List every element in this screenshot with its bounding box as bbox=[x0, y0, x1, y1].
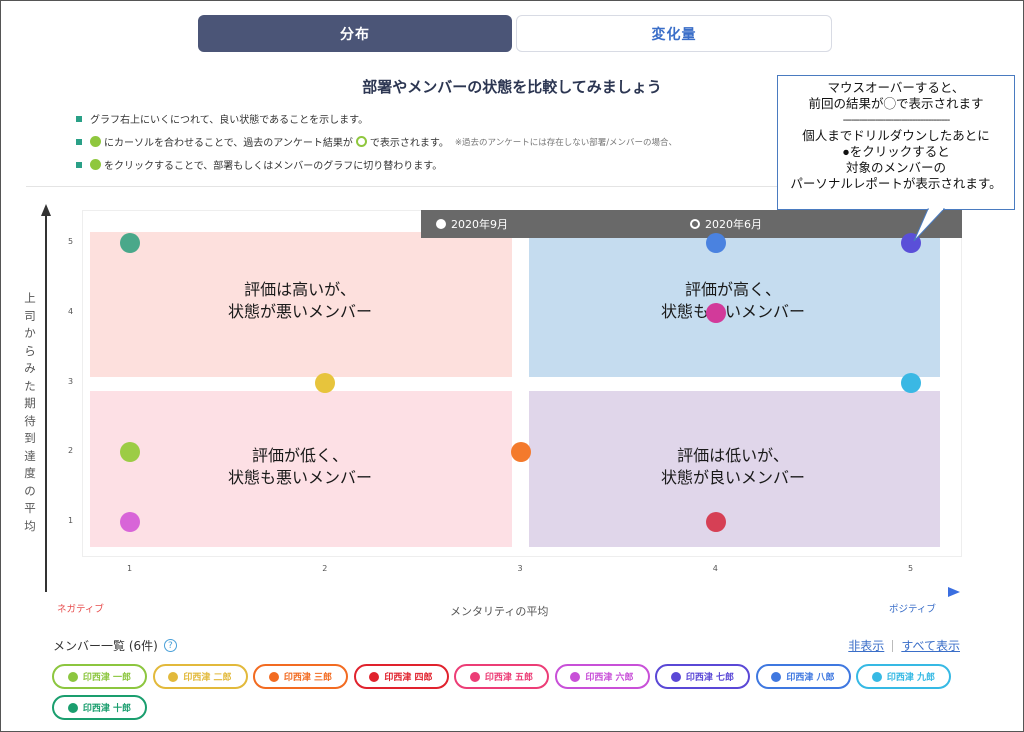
member-chip[interactable]: 印西津 二郎 bbox=[152, 664, 248, 689]
member-chip-label: 印西津 二郎 bbox=[183, 673, 232, 683]
member-chip[interactable]: 印西津 五郎 bbox=[454, 664, 549, 689]
x-axis-label: メンタリティの平均 bbox=[450, 605, 549, 618]
x-tick-label: 2 bbox=[322, 564, 328, 573]
link-divider bbox=[892, 639, 894, 652]
show-all-link[interactable]: すべて表示 bbox=[901, 637, 960, 654]
scatter-point[interactable] bbox=[120, 233, 140, 253]
member-list-title: メンバー一覧 (6件) ? bbox=[53, 637, 177, 654]
member-chip[interactable]: 印西津 一郎 bbox=[52, 664, 147, 689]
scatter-point[interactable] bbox=[705, 302, 726, 323]
member-color-dot-icon bbox=[570, 671, 581, 682]
filled-circle-icon bbox=[436, 219, 446, 229]
member-color-dot-icon bbox=[469, 671, 480, 682]
positive-label: ポジティブ bbox=[889, 604, 936, 615]
member-color-dot-icon bbox=[67, 671, 78, 682]
help-icon[interactable]: ? bbox=[163, 639, 177, 652]
member-chip[interactable]: 印西津 四郎 bbox=[353, 664, 449, 689]
member-chip[interactable]: 印西津 六郎 bbox=[554, 664, 650, 689]
member-color-dot-icon bbox=[168, 671, 179, 682]
member-chip-label: 印西津 六郎 bbox=[585, 673, 634, 683]
member-chip-label: 印西津 十郎 bbox=[82, 704, 132, 714]
member-chip-label: 印西津 七郎 bbox=[685, 673, 735, 683]
scatter-point[interactable] bbox=[901, 233, 921, 253]
member-chip[interactable]: 印西津 七郎 bbox=[655, 664, 750, 689]
member-chip-label: 印西津 一郎 bbox=[82, 673, 132, 683]
legend-current: 2020年9月 bbox=[436, 216, 508, 232]
ring-icon bbox=[690, 219, 700, 229]
scatter-point[interactable] bbox=[510, 442, 531, 463]
y-tick-label: 1 bbox=[68, 516, 74, 525]
x-axis-arrow bbox=[948, 587, 960, 597]
y-tick-label: 2 bbox=[68, 446, 74, 456]
legend-previous: 2020年6月 bbox=[690, 216, 762, 232]
member-color-dot-icon bbox=[67, 702, 78, 713]
member-chip-label: 印西津 五郎 bbox=[484, 673, 534, 683]
y-tick-label: 5 bbox=[68, 237, 74, 246]
y-axis-label: 上司からみた期待到達度の平均 bbox=[24, 291, 36, 533]
x-tick-label: 4 bbox=[712, 564, 718, 573]
legend-previous-label: 2020年6月 bbox=[705, 218, 762, 231]
member-color-dot-icon bbox=[871, 671, 882, 682]
member-chip[interactable]: 印西津 三郎 bbox=[253, 664, 348, 689]
y-tick-label: 4 bbox=[68, 306, 74, 316]
scatter-point[interactable] bbox=[315, 372, 336, 393]
member-color-dot-icon bbox=[670, 671, 681, 682]
y-axis-arrow bbox=[41, 204, 51, 216]
x-tick-label: 5 bbox=[908, 564, 914, 573]
quadrant-top-right-label: 評価が高く、 状態も良いメンバー bbox=[660, 282, 805, 321]
member-chip-label: 印西津 八郎 bbox=[786, 673, 835, 683]
scatter-point[interactable] bbox=[705, 512, 726, 532]
scatter-point[interactable] bbox=[120, 512, 140, 532]
member-color-dot-icon bbox=[369, 671, 380, 682]
member-chip[interactable]: 印西津 九郎 bbox=[856, 664, 951, 689]
member-chip-label: 印西津 九郎 bbox=[886, 673, 936, 683]
member-chip[interactable]: 印西津 八郎 bbox=[755, 664, 851, 689]
member-color-dot-icon bbox=[268, 671, 279, 682]
x-tick-label: 3 bbox=[517, 564, 523, 573]
scatter-point[interactable] bbox=[705, 233, 726, 253]
x-tick-label: 1 bbox=[127, 564, 133, 573]
member-chip-label: 印西津 四郎 bbox=[384, 673, 433, 683]
member-chip-label: 印西津 三郎 bbox=[283, 673, 333, 683]
member-list-title-text: メンバー一覧 (6件) bbox=[53, 639, 158, 653]
y-tick-label: 3 bbox=[68, 376, 74, 386]
scatter-point[interactable] bbox=[901, 372, 921, 393]
member-chip[interactable]: 印西津 十郎 bbox=[52, 695, 147, 720]
hide-link[interactable]: 非表示 bbox=[848, 637, 884, 654]
annotation-callout: マウスオーバーすると、 前回の結果が◯で表示されます -------------… bbox=[777, 75, 1015, 210]
member-color-dot-icon bbox=[771, 671, 782, 682]
legend-current-label: 2020年9月 bbox=[451, 218, 508, 231]
quadrant-bottom-right-label: 評価は低いが、 状態が良いメンバー bbox=[660, 448, 805, 487]
quadrant-top-left-label: 評価は高いが、 状態が悪いメンバー bbox=[227, 282, 372, 321]
negative-label: ネガティブ bbox=[57, 604, 104, 615]
visibility-links: 非表示 すべて表示 bbox=[848, 637, 960, 654]
quadrant-bottom-left-label: 評価が低く、 状態も悪いメンバー bbox=[227, 448, 372, 487]
